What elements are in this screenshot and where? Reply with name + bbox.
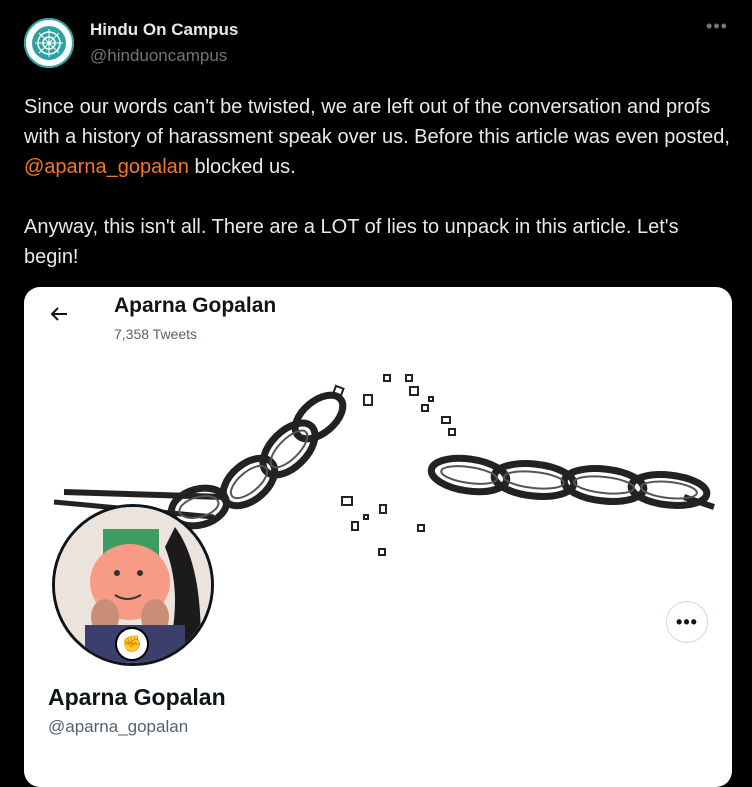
author-name[interactable]: Hindu On Campus	[90, 20, 238, 40]
avatar-logo-icon	[24, 18, 74, 68]
tweet-media-image[interactable]: Aparna Gopalan 7,358 Tweets ✊ ••• Aparna…	[24, 287, 732, 787]
mention-link[interactable]: @aparna_gopalan	[24, 156, 189, 178]
profile-picture: ✊	[52, 504, 214, 666]
tweet-text-part1: Since our words can't be twisted, we are…	[24, 96, 730, 148]
tweet-text: Since our words can't be twisted, we are…	[24, 92, 736, 272]
profile-name: Aparna Gopalan	[48, 684, 226, 710]
screenshot-tweet-count: 7,358 Tweets	[114, 326, 198, 342]
profile-more-button: •••	[666, 601, 708, 643]
more-icon: •••	[676, 611, 698, 632]
author-avatar[interactable]	[24, 18, 74, 68]
profile-handle: @aparna_gopalan	[48, 717, 189, 736]
more-options-button[interactable]: •••	[704, 17, 730, 40]
screenshot-header-name: Aparna Gopalan	[114, 294, 277, 317]
tweet-text-part2: blocked us.	[188, 156, 296, 178]
more-icon: •••	[706, 16, 728, 36]
tweet-paragraph-1: Since our words can't be twisted, we are…	[24, 92, 736, 182]
tweet-paragraph-2: Anyway, this isn't all. There are a LOT …	[24, 216, 679, 268]
fist-icon: ✊	[115, 627, 149, 661]
back-arrow-icon	[50, 307, 67, 321]
author-handle[interactable]: @hinduoncampus	[90, 46, 227, 66]
